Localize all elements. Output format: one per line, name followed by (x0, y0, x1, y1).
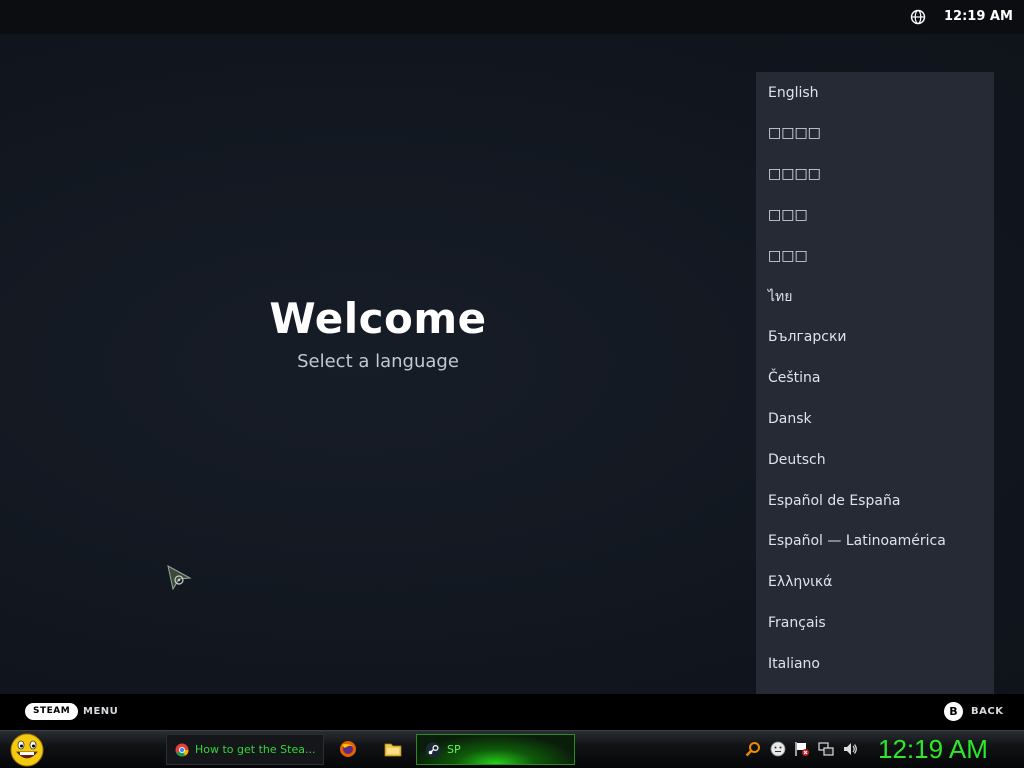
taskbar: How to get the Stea... SP 12:19 AM (0, 730, 1024, 768)
language-option[interactable]: □□□ (756, 235, 994, 276)
language-option[interactable]: ไทย (756, 276, 994, 317)
language-option[interactable]: Español — Latinoamérica (756, 521, 994, 562)
firefox-icon[interactable] (339, 740, 357, 758)
welcome-title: Welcome (269, 294, 487, 343)
language-option[interactable]: Français (756, 603, 994, 644)
messenger-icon[interactable] (770, 741, 786, 757)
welcome-subtitle: Select a language (297, 351, 459, 372)
language-option[interactable]: Български (756, 317, 994, 358)
language-option[interactable]: Italiano (756, 643, 994, 684)
globe-icon[interactable] (910, 9, 926, 25)
flag-icon[interactable] (794, 741, 810, 757)
taskbar-clock[interactable]: 12:19 AM (878, 734, 988, 765)
volume-icon[interactable] (842, 741, 858, 757)
b-button-icon[interactable]: B (944, 702, 963, 721)
status-bar: 12:19 AM (0, 0, 1024, 34)
language-option[interactable]: Čeština (756, 358, 994, 399)
back-hint-label: BACK (971, 706, 1004, 717)
language-option[interactable]: □□□ (756, 195, 994, 236)
language-option[interactable]: Deutsch (756, 439, 994, 480)
language-list[interactable]: English □□□□ □□□□ □□□ □□□ ไทย Български … (756, 72, 994, 694)
language-option[interactable]: □□□□ (756, 113, 994, 154)
language-option[interactable]: Dansk (756, 399, 994, 440)
controller-hint-bar: STEAM MENU B BACK (0, 694, 1024, 730)
language-option[interactable]: Ελληνικά (756, 562, 994, 603)
folder-icon[interactable] (384, 741, 402, 757)
chrome-icon (175, 743, 189, 757)
taskbar-item-label: How to get the Stea... (195, 743, 316, 756)
taskbar-item-steam[interactable]: SP (416, 734, 575, 765)
menu-hint-label: MENU (83, 706, 119, 717)
language-option[interactable]: English (756, 72, 994, 113)
status-clock: 12:19 AM (944, 9, 1013, 24)
network-icon[interactable] (818, 741, 834, 757)
language-option[interactable]: Español de España (756, 480, 994, 521)
search-icon[interactable] (745, 741, 761, 757)
steam-button[interactable]: STEAM (25, 703, 79, 720)
steam-icon (425, 742, 441, 757)
taskbar-item-label: SP (447, 743, 461, 756)
start-button-smiley-icon[interactable] (8, 732, 46, 768)
language-option[interactable]: □□□□ (756, 154, 994, 195)
mouse-cursor-icon (167, 565, 192, 591)
taskbar-item-chrome[interactable]: How to get the Stea... (166, 734, 324, 765)
